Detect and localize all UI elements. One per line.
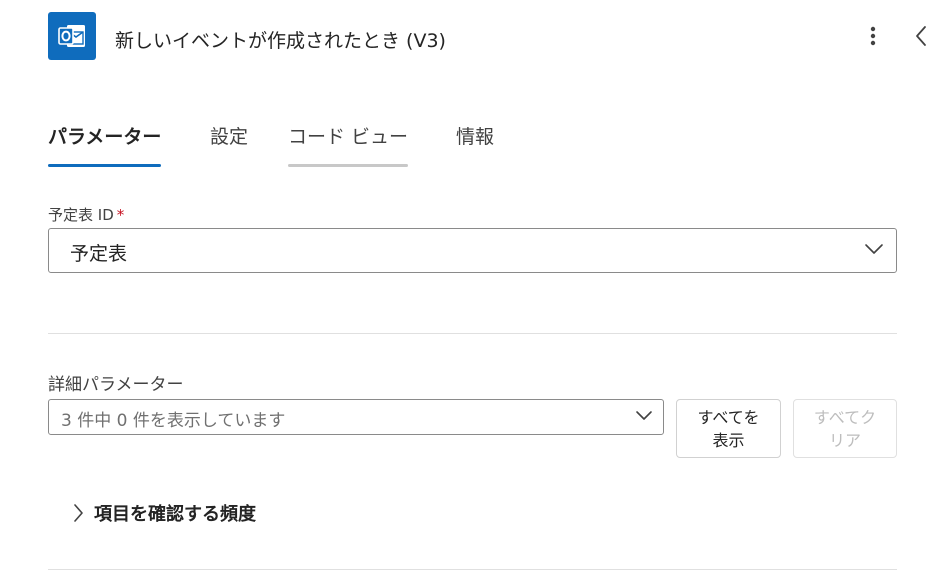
show-all-button[interactable]: すべてを 表示 [676, 399, 781, 458]
tab-parameters[interactable]: パラメーター [48, 118, 162, 168]
clear-all-label-line2: リア [828, 430, 861, 450]
collapse-panel-button[interactable] [908, 22, 934, 50]
outlook-icon [48, 12, 96, 60]
tab-label: コード ビュー [288, 126, 409, 148]
active-tab-indicator [48, 164, 162, 167]
chevron-left-icon [916, 26, 926, 46]
more-vertical-icon [870, 26, 876, 46]
calendar-id-label: 予定表 ID * [48, 204, 124, 225]
tab-about[interactable]: 情報 [456, 118, 494, 168]
tab-indicator [210, 164, 248, 167]
required-mark: * [116, 206, 125, 224]
tab-label: パラメーター [48, 126, 162, 148]
advanced-parameters-dropdown[interactable]: 3 件中 0 件を表示しています [48, 399, 664, 435]
calendar-id-label-text: 予定表 ID [48, 206, 114, 224]
calendar-id-value: 予定表 [70, 243, 128, 265]
advanced-parameters-summary: 3 件中 0 件を表示しています [61, 411, 286, 431]
clear-all-label-line1: すべてク [813, 407, 877, 427]
action-title: 新しいイベントが作成されたとき (V3) [115, 30, 446, 52]
chevron-down-icon [636, 411, 652, 420]
tab-indicator [456, 164, 494, 167]
chevron-right-icon [74, 504, 83, 522]
more-options-button[interactable] [860, 22, 886, 50]
chevron-down-icon [865, 244, 883, 254]
calendar-id-dropdown[interactable]: 予定表 [48, 228, 897, 273]
clear-all-label: すべてク リア [814, 406, 876, 452]
divider [48, 569, 897, 570]
tab-settings[interactable]: 設定 [210, 118, 248, 168]
show-all-label-line2: 表示 [712, 430, 745, 450]
frequency-section-toggle[interactable]: 項目を確認する頻度 [72, 498, 256, 528]
tab-label: 情報 [456, 126, 495, 148]
hover-tab-indicator [288, 164, 409, 167]
clear-all-button[interactable]: すべてク リア [793, 399, 897, 458]
show-all-label-line1: すべてを [697, 407, 760, 427]
panel-header: 新しいイベントが作成されたとき (V3) [0, 0, 941, 76]
show-all-label: すべてを 表示 [698, 406, 760, 452]
tab-label: 設定 [210, 126, 249, 148]
tab-code-view[interactable]: コード ビュー [288, 118, 409, 168]
advanced-parameters-label: 詳細パラメーター [48, 375, 184, 395]
action-details-panel: 新しいイベントが作成されたとき (V3) パラメーター 設定 コード ビュー 情… [0, 0, 941, 587]
divider [48, 333, 897, 334]
frequency-section-title: 項目を確認する頻度 [94, 504, 256, 525]
